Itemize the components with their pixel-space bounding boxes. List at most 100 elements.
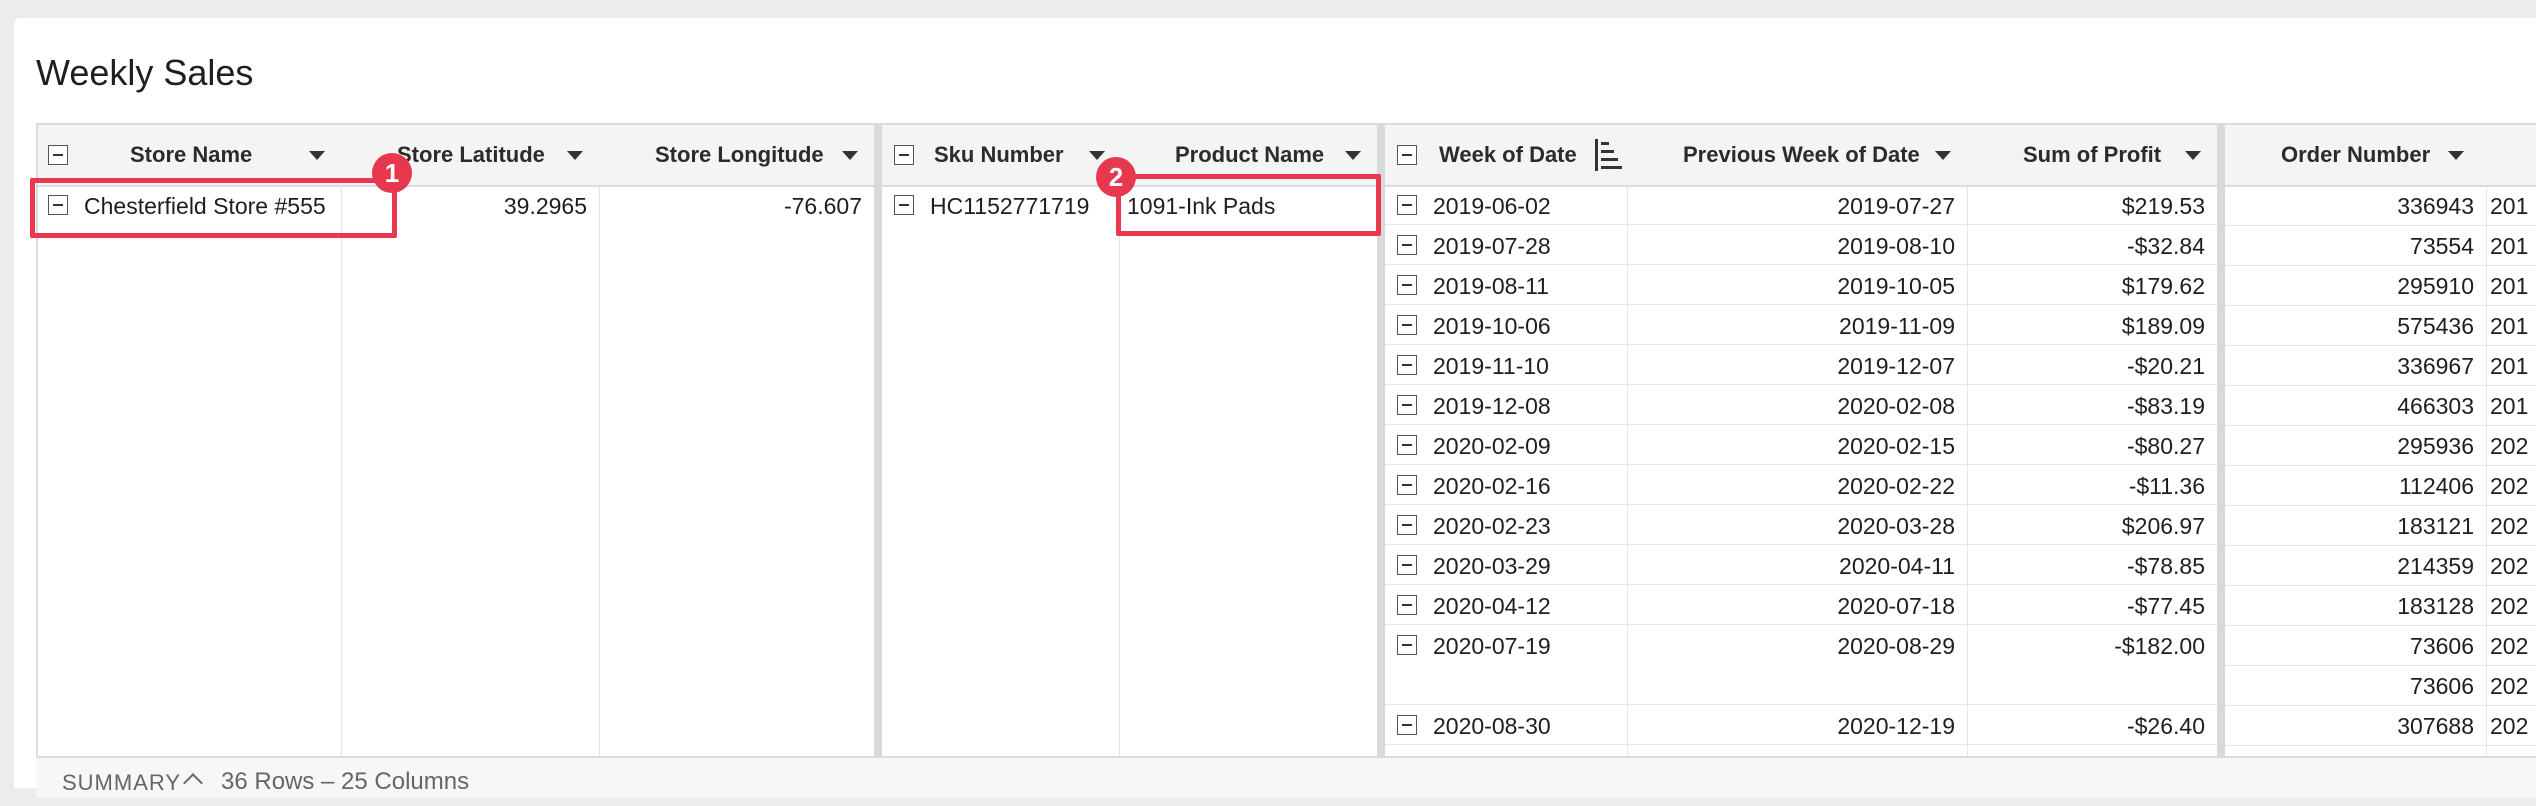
- truncated-cell: 202: [2486, 425, 2536, 466]
- column-week-of-date: Week of Date 2019-06-02 2019-07-28 2019-08…: [1385, 125, 1628, 758]
- order-number-cell: 295910: [2225, 265, 2486, 306]
- summary-counts: 36 Rows – 25 Columns: [221, 768, 470, 795]
- highlight-product-name: [1116, 174, 1381, 236]
- week-of-date-cell: 2020-02-23: [1385, 505, 1627, 545]
- previous-week-cell: 2019-11-09: [1627, 305, 1967, 345]
- summary-bar[interactable]: SUMMARY 36 Rows – 25 Columns: [36, 756, 2536, 798]
- header-sku-number[interactable]: Sku Number: [882, 125, 1119, 187]
- collapse-icon[interactable]: [894, 145, 914, 165]
- week-of-date-cell: 2019-10-06: [1385, 305, 1627, 345]
- collapse-icon[interactable]: [1397, 395, 1417, 415]
- caret-down-icon[interactable]: [567, 151, 583, 160]
- column-previous-week-of-date: Previous Week of Date 2019-07-27 2019-08-…: [1627, 125, 1968, 758]
- header-sum-of-profit[interactable]: Sum of Profit: [1967, 125, 2217, 187]
- header-truncated[interactable]: [2486, 125, 2536, 187]
- collapse-icon[interactable]: [1397, 635, 1417, 655]
- order-number-cell: 183121: [2225, 505, 2486, 546]
- chevron-up-icon[interactable]: [183, 773, 203, 793]
- sort-ascending-icon[interactable]: [1595, 139, 1622, 171]
- order-number-cell: 73606: [2225, 625, 2486, 666]
- previous-week-cell: 2020-07-18: [1627, 585, 1967, 625]
- column-truncated: 201 201 201 201 201 201 202 202 202 202 202 202 202 2…: [2486, 125, 2536, 758]
- order-number-cell: 307688: [2225, 705, 2486, 746]
- previous-week-cell: 2019-08-10: [1627, 225, 1967, 265]
- caret-down-icon[interactable]: [842, 151, 858, 160]
- previous-week-cell: 2019-07-27: [1627, 185, 1967, 225]
- order-number-cell: 73554: [2225, 225, 2486, 266]
- week-of-date-cell: 2019-12-08: [1385, 385, 1627, 425]
- order-number-cell: 73606: [2225, 665, 2486, 706]
- column-sum-of-profit: Sum of Profit $219.53 -$32.84 $179.62 $189.…: [1967, 125, 2225, 758]
- order-number-cell: 575436: [2225, 305, 2486, 346]
- truncated-cell: 201: [2486, 385, 2536, 426]
- collapse-icon[interactable]: [1397, 235, 1417, 255]
- sum-of-profit-cell: -$32.84: [1967, 225, 2217, 265]
- caret-down-icon[interactable]: [1935, 151, 1951, 160]
- week-of-date-cell: 2020-02-16: [1385, 465, 1627, 505]
- order-number-cell: 295936: [2225, 425, 2486, 466]
- header-week-of-date[interactable]: Week of Date: [1385, 125, 1627, 187]
- collapse-icon[interactable]: [1397, 145, 1417, 165]
- collapse-icon[interactable]: [1397, 555, 1417, 575]
- collapse-icon[interactable]: [1397, 515, 1417, 535]
- collapse-icon[interactable]: [1397, 595, 1417, 615]
- collapse-icon[interactable]: [1397, 475, 1417, 495]
- truncated-cell: 202: [2486, 705, 2536, 746]
- previous-week-cell: 2020-02-08: [1627, 385, 1967, 425]
- collapse-icon[interactable]: [1397, 275, 1417, 295]
- week-of-date-cell: 2020-03-29: [1385, 545, 1627, 585]
- collapse-icon[interactable]: [1397, 715, 1417, 735]
- previous-week-cell: 2020-03-28: [1627, 505, 1967, 545]
- sum-of-profit-cell: $179.62: [1967, 265, 2217, 305]
- caret-down-icon[interactable]: [309, 151, 325, 160]
- order-number-cell: 336943: [2225, 185, 2486, 226]
- order-number-cell: 336967: [2225, 345, 2486, 386]
- sum-of-profit-cell: $206.97: [1967, 505, 2217, 545]
- week-of-date-cell: 2019-07-28: [1385, 225, 1627, 265]
- cell-sku-number[interactable]: HC1152771719: [882, 185, 1119, 225]
- sum-of-profit-cell: -$182.00: [1967, 625, 2217, 705]
- previous-week-cell: 2019-12-07: [1627, 345, 1967, 385]
- order-number-cell: 112406: [2225, 465, 2486, 506]
- order-number-cell: 183128: [2225, 585, 2486, 626]
- previous-week-cell: 2020-02-22: [1627, 465, 1967, 505]
- week-of-date-cell: 2020-04-12: [1385, 585, 1627, 625]
- week-of-date-cell: 2019-08-11: [1385, 265, 1627, 305]
- header-previous-week-of-date[interactable]: Previous Week of Date: [1627, 125, 1967, 187]
- truncated-cell: 202: [2486, 505, 2536, 546]
- collapse-icon[interactable]: [1397, 435, 1417, 455]
- collapse-icon[interactable]: [1397, 315, 1417, 335]
- previous-week-cell: 2020-12-19: [1627, 705, 1967, 745]
- truncated-cell: 202: [2486, 465, 2536, 506]
- header-order-number[interactable]: Order Number: [2225, 125, 2486, 187]
- annotation-badge-2: 2: [1096, 157, 1136, 197]
- sum-of-profit-cell: -$26.40: [1967, 705, 2217, 745]
- truncated-cell: 202: [2486, 585, 2536, 626]
- caret-down-icon[interactable]: [1089, 151, 1105, 160]
- sum-of-profit-cell: $219.53: [1967, 185, 2217, 225]
- caret-down-icon[interactable]: [1345, 151, 1361, 160]
- sum-of-profit-cell: $189.09: [1967, 305, 2217, 345]
- caret-down-icon[interactable]: [2185, 151, 2201, 160]
- collapse-icon[interactable]: [894, 195, 914, 215]
- summary-label: SUMMARY: [62, 770, 182, 795]
- truncated-cell: 202: [2486, 665, 2536, 706]
- truncated-cell: 201: [2486, 225, 2536, 266]
- sum-of-profit-cell: -$77.45: [1967, 585, 2217, 625]
- previous-week-cell: 2019-10-05: [1627, 265, 1967, 305]
- collapse-icon[interactable]: [1397, 195, 1417, 215]
- header-store-longitude[interactable]: Store Longitude: [599, 125, 874, 187]
- previous-week-cell: 2020-02-15: [1627, 425, 1967, 465]
- order-number-cell: 466303: [2225, 385, 2486, 426]
- sum-of-profit-cell: -$11.36: [1967, 465, 2217, 505]
- caret-down-icon[interactable]: [2448, 151, 2464, 160]
- truncated-cell: 201: [2486, 305, 2536, 346]
- truncated-cell: 202: [2486, 625, 2536, 666]
- sum-of-profit-cell: -$20.21: [1967, 345, 2217, 385]
- page-title: Weekly Sales: [36, 52, 254, 93]
- week-of-date-cell: 2020-02-09: [1385, 425, 1627, 465]
- week-of-date-cell: 2019-06-02: [1385, 185, 1627, 225]
- collapse-icon[interactable]: [48, 145, 68, 165]
- collapse-icon[interactable]: [1397, 355, 1417, 375]
- week-of-date-cell: 2019-11-10: [1385, 345, 1627, 385]
